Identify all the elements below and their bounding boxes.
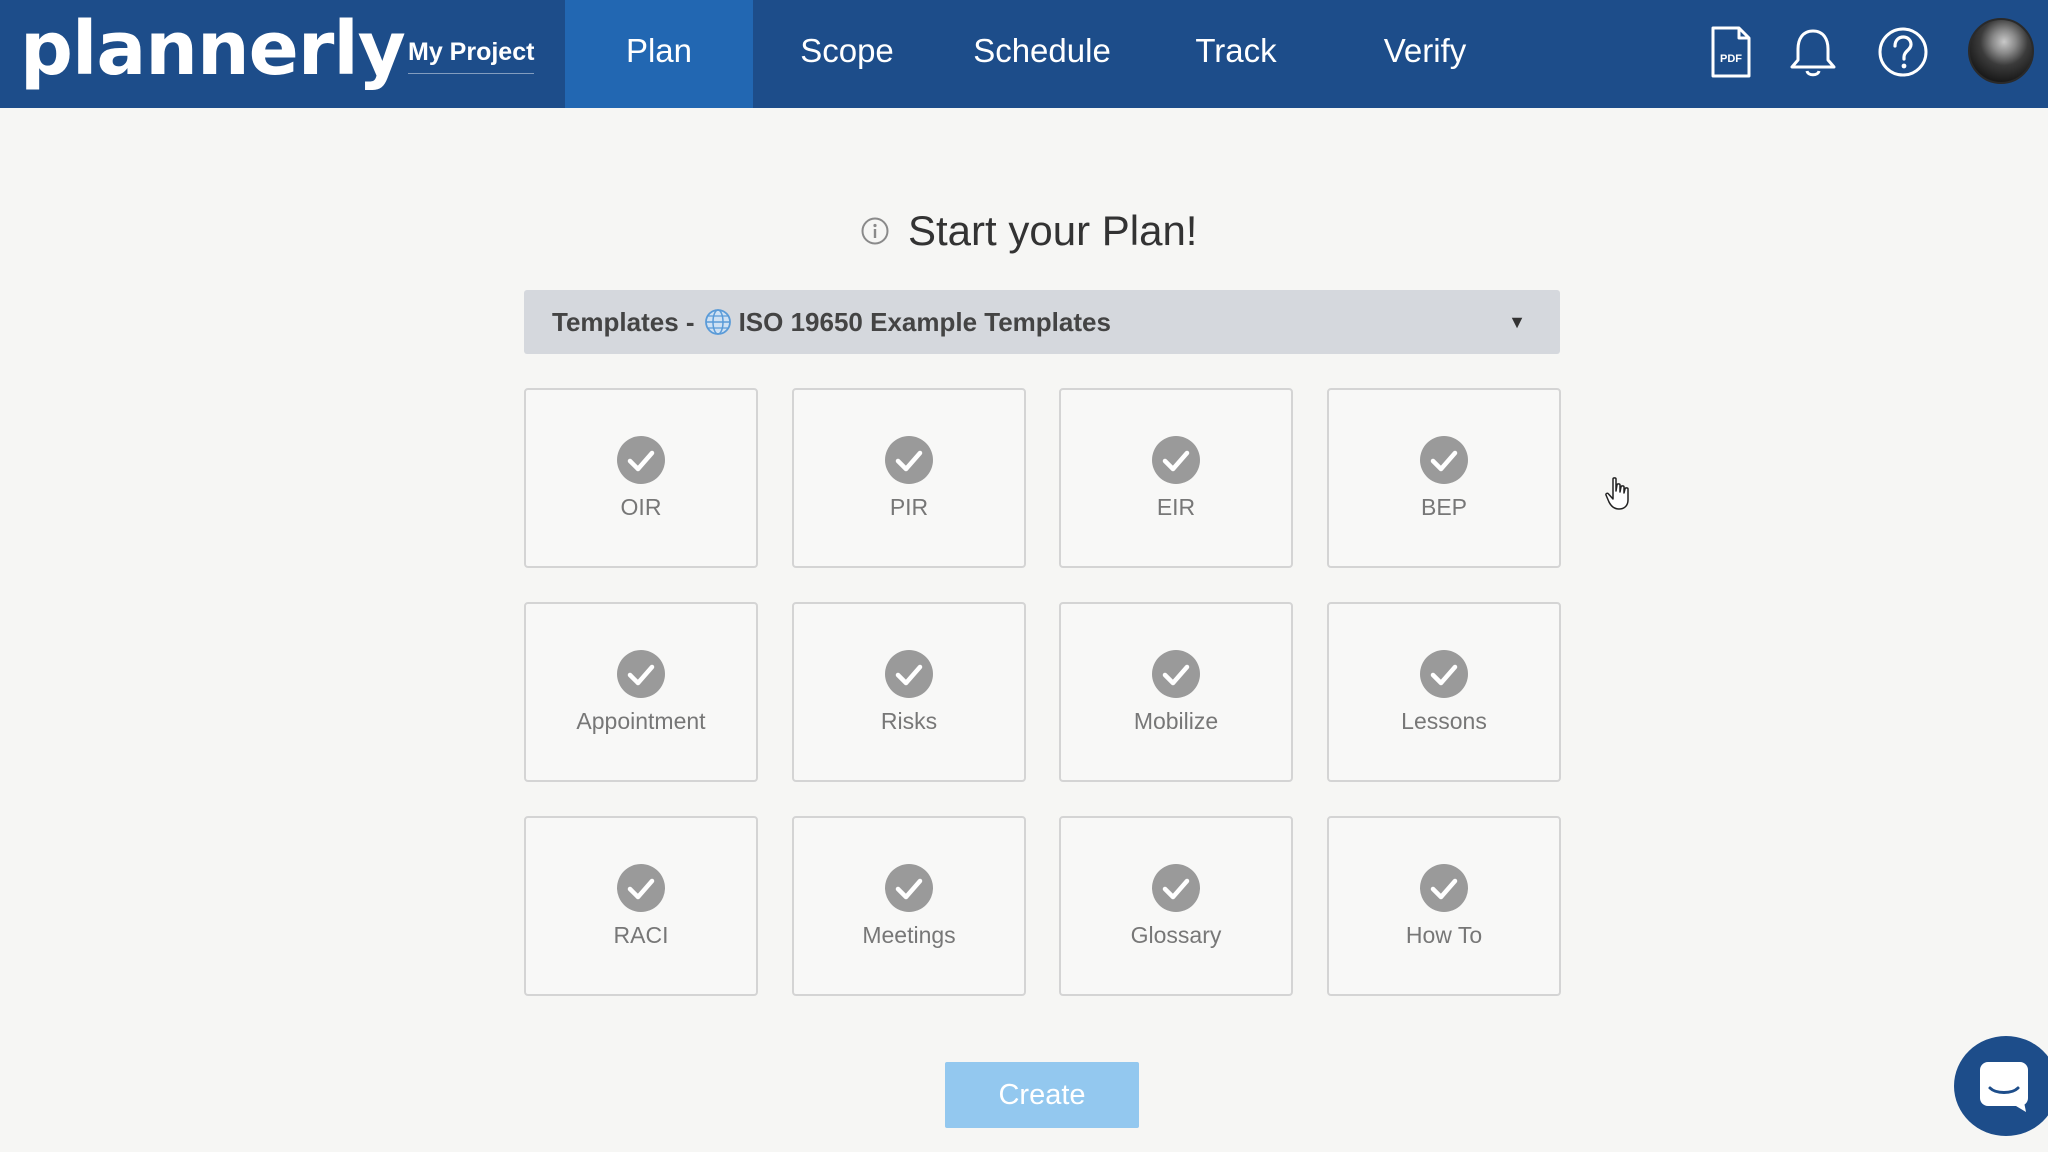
template-card-appointment[interactable]: Appointment: [524, 602, 758, 782]
template-card-how-to[interactable]: How To: [1327, 816, 1561, 996]
globe-icon: [704, 309, 731, 335]
tab-schedule[interactable]: Schedule: [960, 0, 1124, 108]
card-label: Mobilize: [1133, 708, 1219, 734]
check-circle-icon: [617, 436, 665, 484]
plannerly-logo[interactable]: plannerly: [20, 4, 406, 94]
tab-track[interactable]: Track: [1176, 0, 1296, 108]
template-select-value: ISO 19650 Example Templates: [738, 306, 1111, 337]
create-button[interactable]: Create: [945, 1062, 1139, 1128]
check-circle-icon: [1152, 436, 1200, 484]
template-card-pir[interactable]: PIR: [792, 388, 1026, 568]
card-label: Appointment: [576, 708, 706, 734]
help-icon[interactable]: [1876, 22, 1930, 82]
card-label: Glossary: [1130, 922, 1222, 948]
template-select-prefix: Templates -: [552, 306, 695, 337]
check-circle-icon: [1420, 650, 1468, 698]
svg-text:PDF: PDF: [1720, 53, 1742, 65]
tab-scope[interactable]: Scope: [780, 0, 914, 108]
check-circle-icon: [1152, 864, 1200, 912]
template-card-lessons[interactable]: Lessons: [1327, 602, 1561, 782]
chevron-down-icon: ▼: [1508, 312, 1526, 332]
check-circle-icon: [1420, 864, 1468, 912]
template-card-bep[interactable]: BEP: [1327, 388, 1561, 568]
my-project-link[interactable]: My Project: [408, 30, 535, 74]
chat-launcher-button[interactable]: [1954, 1036, 2048, 1136]
card-label: RACI: [613, 922, 669, 948]
template-card-eir[interactable]: EIR: [1059, 388, 1293, 568]
card-label: Lessons: [1401, 708, 1487, 734]
check-circle-icon: [1152, 650, 1200, 698]
card-label: Risks: [880, 708, 938, 734]
card-label: OIR: [620, 494, 662, 520]
tab-plan[interactable]: Plan: [565, 0, 753, 108]
template-card-meetings[interactable]: Meetings: [792, 816, 1026, 996]
check-circle-icon: [617, 650, 665, 698]
check-circle-icon: [1420, 436, 1468, 484]
page-title-text: Start your Plan!: [908, 207, 1198, 254]
tab-verify[interactable]: Verify: [1370, 0, 1480, 108]
card-label: PIR: [889, 494, 929, 520]
template-card-risks[interactable]: Risks: [792, 602, 1026, 782]
top-nav-bar: plannerly My Project Plan Scope Schedule…: [0, 0, 2048, 108]
template-select[interactable]: Templates - ISO 19650 Example Templates …: [524, 290, 1560, 354]
template-card-mobilize[interactable]: Mobilize: [1059, 602, 1293, 782]
card-label: BEP: [1420, 494, 1468, 520]
chat-icon: [1980, 1062, 2028, 1112]
check-circle-icon: [885, 650, 933, 698]
check-circle-icon: [885, 436, 933, 484]
check-circle-icon: [885, 864, 933, 912]
info-icon[interactable]: [860, 216, 890, 246]
template-card-oir[interactable]: OIR: [524, 388, 758, 568]
bell-icon[interactable]: [1786, 22, 1840, 82]
user-avatar[interactable]: [1968, 18, 2034, 84]
hand-cursor-icon: [1605, 477, 1629, 510]
template-card-raci[interactable]: RACI: [524, 816, 758, 996]
pdf-icon[interactable]: PDF: [1704, 22, 1758, 82]
card-label: Meetings: [862, 922, 956, 948]
page-title: Start your Plan!: [860, 196, 1197, 266]
template-card-glossary[interactable]: Glossary: [1059, 816, 1293, 996]
check-circle-icon: [617, 864, 665, 912]
card-label: EIR: [1156, 494, 1196, 520]
card-label: How To: [1405, 922, 1483, 948]
